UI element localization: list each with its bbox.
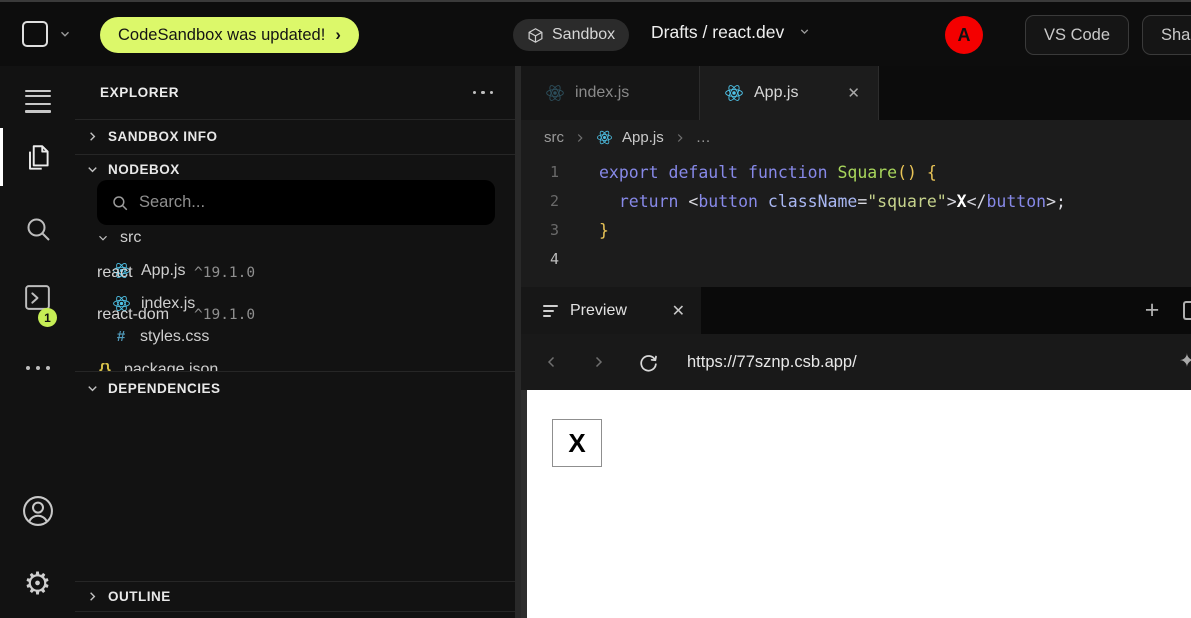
dependency-row-react-dom[interactable]: react-dom ^19.1.0: [97, 294, 497, 336]
tree-folder-src[interactable]: src: [75, 221, 521, 254]
section-dependencies-label: DEPENDENCIES: [108, 381, 221, 396]
section-outline[interactable]: OUTLINE: [75, 581, 521, 611]
terminal-badge: 1: [38, 308, 57, 327]
section-sandbox-info-label: SANDBOX INFO: [108, 129, 218, 144]
code-line: 2 return <button className="square">X</b…: [521, 187, 1191, 216]
add-preview-icon[interactable]: +: [1139, 298, 1165, 324]
top-bar: CodeSandbox was updated! › Sandbox Draft…: [0, 0, 1191, 66]
sandbox-badge-label: Sandbox: [552, 26, 615, 44]
chevron-down-icon: [96, 231, 110, 245]
divider: [75, 611, 521, 612]
tab-label: index.js: [575, 84, 629, 102]
refresh-icon[interactable]: [631, 352, 665, 373]
line-number: 3: [521, 216, 585, 245]
preview-tab[interactable]: Preview ✕: [521, 287, 701, 334]
preview-tab-label: Preview: [570, 302, 627, 320]
tab-label: App.js: [754, 84, 798, 102]
settings-gear-icon[interactable]: ⚙: [0, 566, 75, 602]
tree-file-package-json[interactable]: {} package.json: [75, 353, 521, 371]
line-number: 4: [521, 245, 585, 274]
code-line: 1export default function Square() {: [521, 158, 1191, 187]
cube-icon: [527, 27, 544, 44]
avatar-letter: A: [958, 25, 971, 46]
explorer-sidebar: EXPLORER SANDBOX INFO NODEBOX publicsrcA…: [75, 66, 521, 618]
line-number: 2: [521, 187, 585, 216]
breadcrumb-item[interactable]: src: [544, 129, 564, 146]
dependency-version: ^19.1.0: [194, 307, 255, 323]
breadcrumb-item[interactable]: …: [696, 129, 711, 146]
update-banner-label: CodeSandbox was updated!: [118, 26, 325, 45]
chevron-right-icon: [673, 131, 687, 145]
editor-tab-index-js[interactable]: index.js: [521, 66, 700, 120]
search-icon: [111, 194, 129, 212]
sandbox-type-badge[interactable]: Sandbox: [513, 19, 629, 51]
dependency-name: react: [97, 264, 172, 282]
avatar[interactable]: A: [945, 16, 983, 54]
split-view-icon[interactable]: [1183, 301, 1191, 320]
code-editor[interactable]: 1export default function Square() {2 ret…: [521, 155, 1191, 287]
tree-item-label: src: [120, 229, 141, 247]
chevron-right-icon: ›: [335, 26, 341, 45]
explorer-header: EXPLORER: [75, 66, 521, 119]
project-breadcrumb[interactable]: Drafts / react.dev: [651, 22, 811, 43]
terminal-icon[interactable]: [0, 282, 75, 313]
section-sandbox-info[interactable]: SANDBOX INFO: [75, 119, 521, 154]
section-nodebox-label: NODEBOX: [108, 162, 180, 177]
line-number: 1: [521, 158, 585, 187]
chevron-right-icon: [573, 131, 587, 145]
workspace-logo-icon[interactable]: [22, 21, 48, 47]
search-icon[interactable]: [0, 214, 75, 244]
dependency-search-input[interactable]: [139, 193, 481, 212]
chevron-down-icon: [85, 162, 100, 177]
chevron-down-icon: [85, 381, 100, 396]
react-icon: [545, 83, 565, 103]
explorer-files-icon[interactable]: [0, 142, 75, 174]
preview-url-bar: https://77sznp.csb.app/ ✦: [521, 334, 1191, 390]
close-icon[interactable]: ✕: [672, 301, 685, 321]
project-breadcrumb-label: Drafts / react.dev: [651, 22, 784, 43]
code-line: 4: [521, 245, 1191, 274]
section-dependencies[interactable]: DEPENDENCIES: [75, 371, 521, 405]
explorer-more-icon[interactable]: [473, 91, 494, 95]
preview-tab-bar: Preview ✕ +: [521, 287, 1191, 334]
url-text[interactable]: https://77sznp.csb.app/: [687, 353, 857, 372]
back-icon[interactable]: [535, 353, 569, 371]
editor-tab-list: index.js App.js ✕: [521, 66, 1191, 120]
dependency-list: react ^19.1.0 react-dom ^19.1.0: [97, 252, 497, 336]
tree-item-label: package.json: [124, 361, 218, 372]
menu-icon[interactable]: [0, 84, 75, 97]
account-icon[interactable]: [0, 494, 75, 528]
preview-pane: X: [521, 390, 1191, 618]
preview-square-button[interactable]: X: [552, 419, 602, 467]
close-tab-icon[interactable]: ✕: [847, 84, 860, 102]
dependency-version: ^19.1.0: [194, 265, 255, 281]
editor-tab-app-js[interactable]: App.js ✕: [700, 66, 879, 120]
list-icon: [543, 302, 558, 320]
dependency-row-react[interactable]: react ^19.1.0: [97, 252, 497, 294]
editor-panel: index.js App.js ✕ src App.js … 1export defau…: [521, 66, 1191, 618]
more-icon[interactable]: [0, 366, 75, 370]
json-icon: {}: [96, 361, 114, 371]
dependency-name: react-dom: [97, 306, 172, 324]
react-icon: [724, 83, 744, 103]
code-line: 3}: [521, 216, 1191, 245]
chevron-down-icon[interactable]: [58, 27, 72, 46]
react-icon: [596, 129, 613, 146]
chevron-right-icon: [85, 129, 100, 144]
sparkle-icon[interactable]: ✦: [1179, 350, 1191, 372]
explorer-title: EXPLORER: [100, 85, 179, 100]
chevron-right-icon: [85, 589, 100, 604]
section-outline-label: OUTLINE: [108, 589, 171, 604]
breadcrumb[interactable]: src App.js …: [521, 120, 1191, 155]
activity-bar: 1 ⚙: [0, 66, 75, 618]
forward-icon[interactable]: [581, 353, 615, 371]
dependency-search-box: [97, 180, 495, 225]
chevron-down-icon: [798, 22, 811, 43]
update-banner-button[interactable]: CodeSandbox was updated! ›: [100, 17, 359, 53]
breadcrumb-item[interactable]: App.js: [622, 129, 664, 146]
share-button[interactable]: Share: [1142, 15, 1191, 55]
vs-code-button[interactable]: VS Code: [1025, 15, 1129, 55]
